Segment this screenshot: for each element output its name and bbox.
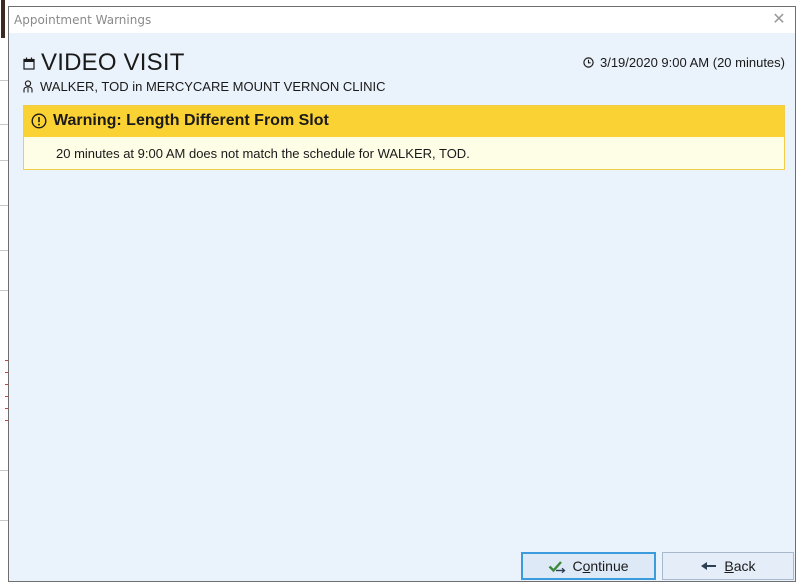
continue-button[interactable]: Continue xyxy=(521,552,656,580)
exclamation-circle-icon xyxy=(31,113,47,129)
close-icon[interactable]: ✕ xyxy=(767,9,791,31)
warning-message: 20 minutes at 9:00 AM does not match the… xyxy=(56,146,470,161)
warning-body: 20 minutes at 9:00 AM does not match the… xyxy=(24,137,784,169)
patient-location-text: WALKER, TOD in MERCYCARE MOUNT VERNON CL… xyxy=(40,79,386,94)
back-button[interactable]: Back xyxy=(662,552,794,580)
clock-icon xyxy=(583,57,594,68)
continue-label-part: ntinue xyxy=(590,558,629,574)
back-label: Back xyxy=(724,558,755,574)
appointment-datetime: 3/19/2020 9:00 AM (20 minutes) xyxy=(583,55,785,70)
patient-location: WALKER, TOD in MERCYCARE MOUNT VERNON CL… xyxy=(23,79,386,94)
continue-label: Continue xyxy=(572,558,628,574)
appointment-header: VIDEO VISIT 3/19/2020 9:00 AM (20 minute… xyxy=(23,49,785,99)
warning-header: Warning: Length Different From Slot xyxy=(24,106,784,137)
visit-type-title: VIDEO VISIT xyxy=(41,49,185,76)
back-label-part: ack xyxy=(733,558,756,574)
back-accelerator: B xyxy=(724,558,734,574)
calendar-icon xyxy=(23,57,35,70)
warning-title: Warning: Length Different From Slot xyxy=(53,112,329,129)
dialog-title: Appointment Warnings xyxy=(14,13,152,27)
background-strip xyxy=(1,0,5,38)
dialog-titlebar[interactable]: Appointment Warnings ✕ xyxy=(9,7,795,33)
appointment-warnings-dialog: Appointment Warnings ✕ VIDEO VISIT 3/19/… xyxy=(8,6,796,582)
left-arrow-icon xyxy=(701,562,717,570)
datetime-text: 3/19/2020 9:00 AM (20 minutes) xyxy=(599,55,785,70)
checkmark-arrow-icon xyxy=(549,561,566,573)
warning-panel: Warning: Length Different From Slot 20 m… xyxy=(23,105,785,170)
person-icon xyxy=(23,80,33,93)
continue-label-part: C xyxy=(572,558,583,574)
